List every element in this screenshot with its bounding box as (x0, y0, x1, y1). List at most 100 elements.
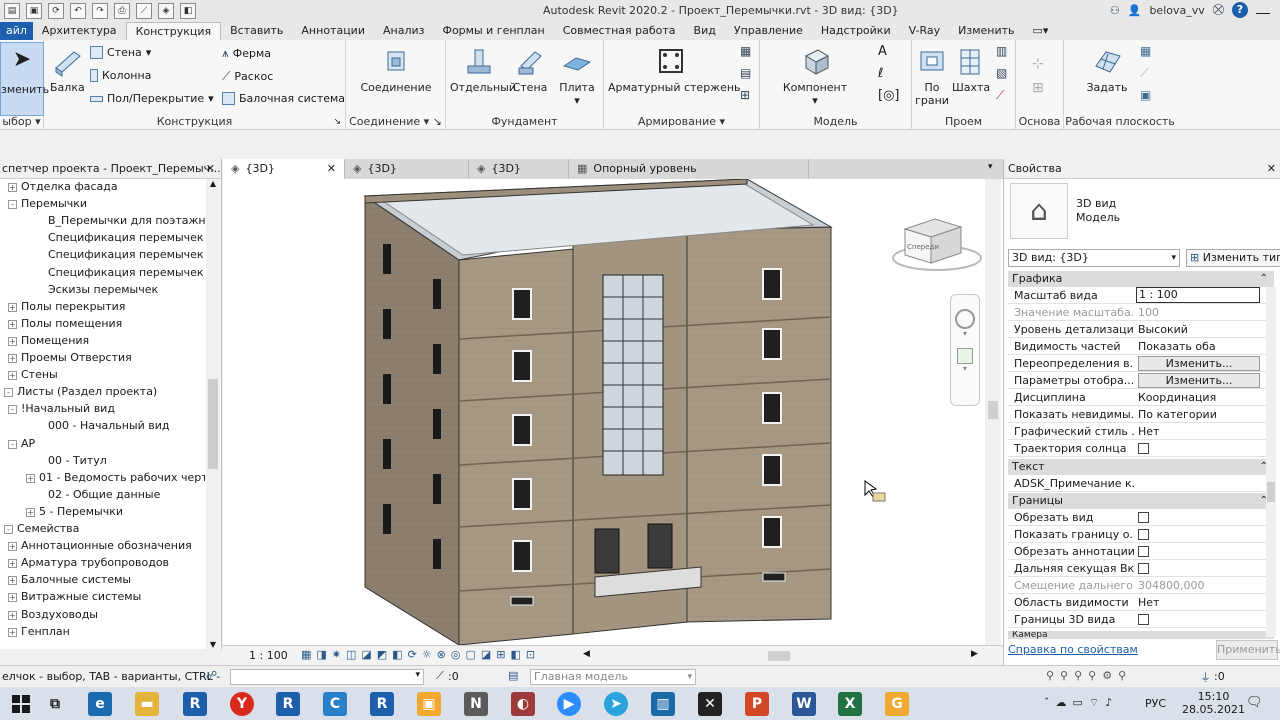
expand-icon[interactable]: + (8, 559, 17, 569)
collapse-icon[interactable]: - (8, 200, 17, 210)
scroll-thumb[interactable] (208, 379, 218, 469)
expand-icon[interactable]: + (8, 302, 17, 312)
property-value[interactable]: 1 : 100 (1136, 287, 1260, 303)
view-control-icons[interactable]: ▦◨✷◫◪◩◧⟳☼⊗◎▢◪⊞◧⊡ (301, 648, 540, 661)
task-view-icon[interactable]: ⧉ (43, 692, 67, 716)
viewport-vscroll-thumb[interactable] (988, 401, 998, 419)
rebar-button[interactable]: Арматурный стержень (608, 46, 741, 94)
ribbon-tab-7[interactable]: Совместная работа (554, 22, 685, 40)
ribbon-tab-1[interactable]: Архитектура (33, 22, 126, 40)
model-dropdown[interactable]: Главная модель ▾ (530, 669, 696, 685)
browser-item[interactable]: 000 - Начальный вид (26, 417, 205, 434)
browser-item[interactable]: - !Начальный вид (8, 400, 205, 417)
viewport-hscroll-thumb[interactable] (768, 651, 790, 661)
slab-foundation-button[interactable]: Плита ▾ (554, 46, 600, 107)
browser-item[interactable]: Спецификация перемычек по (26, 264, 205, 281)
expand-icon[interactable]: + (8, 319, 17, 329)
expand-icon[interactable]: + (8, 336, 17, 346)
windows-start-icon[interactable] (12, 695, 30, 713)
browser-item[interactable]: + Полы перекрытия (8, 298, 205, 315)
hscroll-right-icon[interactable]: ▶ (971, 649, 978, 659)
view-tab-3[interactable]: ▦ Опорный уровень (569, 159, 809, 179)
shaft-button[interactable]: Шахта (952, 46, 990, 94)
workset-icon[interactable]: ☍ (206, 669, 217, 682)
browser-item[interactable]: + Отделка фасада (8, 178, 205, 195)
model-group-icon[interactable]: [◎] (878, 88, 900, 103)
camera-group[interactable]: Камера (1008, 631, 1274, 639)
edit-button[interactable]: Изменить... (1138, 373, 1260, 388)
browser-item[interactable]: + Проемы Отверстия (8, 349, 205, 366)
browser-item[interactable]: - Семейства (4, 520, 205, 537)
props-scrollbar[interactable] (1266, 287, 1276, 637)
column-button[interactable]: Колонна (90, 69, 151, 82)
close-tab-icon[interactable]: ✕ (327, 159, 336, 179)
scroll-down-icon[interactable]: ▼ (206, 640, 220, 649)
view-tab-2[interactable]: ◈ {3D} (469, 159, 569, 179)
property-edit-button[interactable]: Изменить... (1136, 372, 1260, 388)
view-scale[interactable]: 1 : 100 (249, 649, 288, 662)
zoom-icon[interactable] (957, 348, 973, 364)
collapse-icon[interactable]: - (8, 405, 17, 415)
property-checkbox[interactable] (1136, 611, 1260, 630)
properties-help-link[interactable]: Справка по свойствам (1008, 643, 1138, 656)
apply-button[interactable]: Применить (1216, 640, 1280, 660)
browser-item[interactable]: Спецификация перемычек по (26, 246, 205, 263)
component-button[interactable]: Компонент ▾ (780, 46, 850, 107)
minimize-icon[interactable] (1256, 6, 1270, 14)
browser-item[interactable]: + Помещения (8, 332, 205, 349)
ribbon-tab-10[interactable]: Надстройки (812, 22, 900, 40)
ribbon-tab-0[interactable]: айл (0, 22, 33, 40)
excel-icon[interactable]: X (838, 692, 862, 716)
edit-type-button[interactable]: ⊞ Изменить тип (1186, 249, 1280, 267)
property-value[interactable]: Нет (1136, 423, 1260, 440)
view-tab-0[interactable]: ◈ {3D} ✕ (223, 159, 345, 179)
section-icon[interactable]: ◧ (180, 3, 196, 19)
checkbox[interactable] (1138, 546, 1149, 557)
browser-item[interactable]: +01 - Ведомость рабочих черте (26, 469, 205, 486)
cart-icon[interactable]: ⛒ (1213, 3, 1224, 17)
edge-icon[interactable]: e (88, 692, 112, 716)
user-name[interactable]: belova_vv (1149, 4, 1204, 17)
navisworks-icon[interactable]: N (464, 692, 488, 716)
truss-button[interactable]: ⩚ Ферма (222, 46, 271, 61)
expand-icon[interactable]: + (8, 593, 17, 603)
property-value[interactable]: Нет (1136, 594, 1260, 611)
tray-icons[interactable]: ˆ☁▭⌔♪ (1044, 696, 1118, 710)
browser-item[interactable]: 00 - Титул (26, 452, 205, 469)
browser-item[interactable]: В_Перемычки для поэтажной (26, 212, 205, 229)
filter-icon[interactable]: ⏚ (1200, 669, 1211, 685)
grid-icon[interactable]: ⊞ (1032, 80, 1044, 96)
property-value[interactable]: Высокий (1136, 321, 1260, 338)
browser-item[interactable]: + Полы помещения (8, 315, 205, 332)
powerpoint-icon[interactable]: P (745, 692, 769, 716)
property-checkbox[interactable] (1136, 440, 1260, 459)
wall-opening-icon[interactable]: ▥ (996, 44, 1007, 58)
open-icon[interactable]: ▤ (4, 3, 20, 19)
ribbon-tab-6[interactable]: Формы и генплан (433, 22, 553, 40)
level-icon[interactable]: ⊹ (1032, 56, 1044, 72)
set-work-plane-button[interactable]: Задать (1084, 46, 1130, 94)
browser-scrollbar[interactable]: ▲ ▼ (206, 179, 220, 649)
revit-icon-3[interactable]: R (370, 692, 394, 716)
panel-connection-label[interactable]: Соединение ▾ ↘ (346, 115, 445, 128)
view-tab-1[interactable]: ◈ {3D} (345, 159, 469, 179)
expand-icon[interactable]: + (26, 507, 35, 517)
undo-icon[interactable]: ↶ (70, 3, 86, 19)
telegram-icon[interactable]: ➤ (604, 692, 628, 716)
zoom-menu-icon[interactable]: ▾ (951, 364, 979, 373)
fabric-icon[interactable]: ⊞ (740, 88, 750, 102)
close-icon[interactable]: ✕ (206, 159, 215, 178)
viewer-icon[interactable]: ▣ (1140, 88, 1151, 102)
instance-selector[interactable]: 3D вид: {3D} ▾ (1008, 249, 1180, 267)
edit-button[interactable]: Изменить... (1138, 356, 1260, 371)
design-option-icon[interactable]: ▤ (508, 669, 518, 682)
isolated-foundation-button[interactable]: Отдельный (450, 46, 516, 94)
props-scroll-thumb[interactable] (1267, 482, 1275, 502)
beam-system-button[interactable]: Балочная система (222, 92, 345, 105)
terminal-icon[interactable]: ✕ (698, 692, 722, 716)
ribbon-tab-11[interactable]: V-Ray (900, 22, 950, 40)
browser-item[interactable]: Спецификация перемычек (26, 229, 205, 246)
save-icon[interactable]: ▣ (26, 3, 42, 19)
collapse-icon[interactable]: - (4, 388, 13, 398)
app-icon[interactable]: ◐ (511, 692, 535, 716)
